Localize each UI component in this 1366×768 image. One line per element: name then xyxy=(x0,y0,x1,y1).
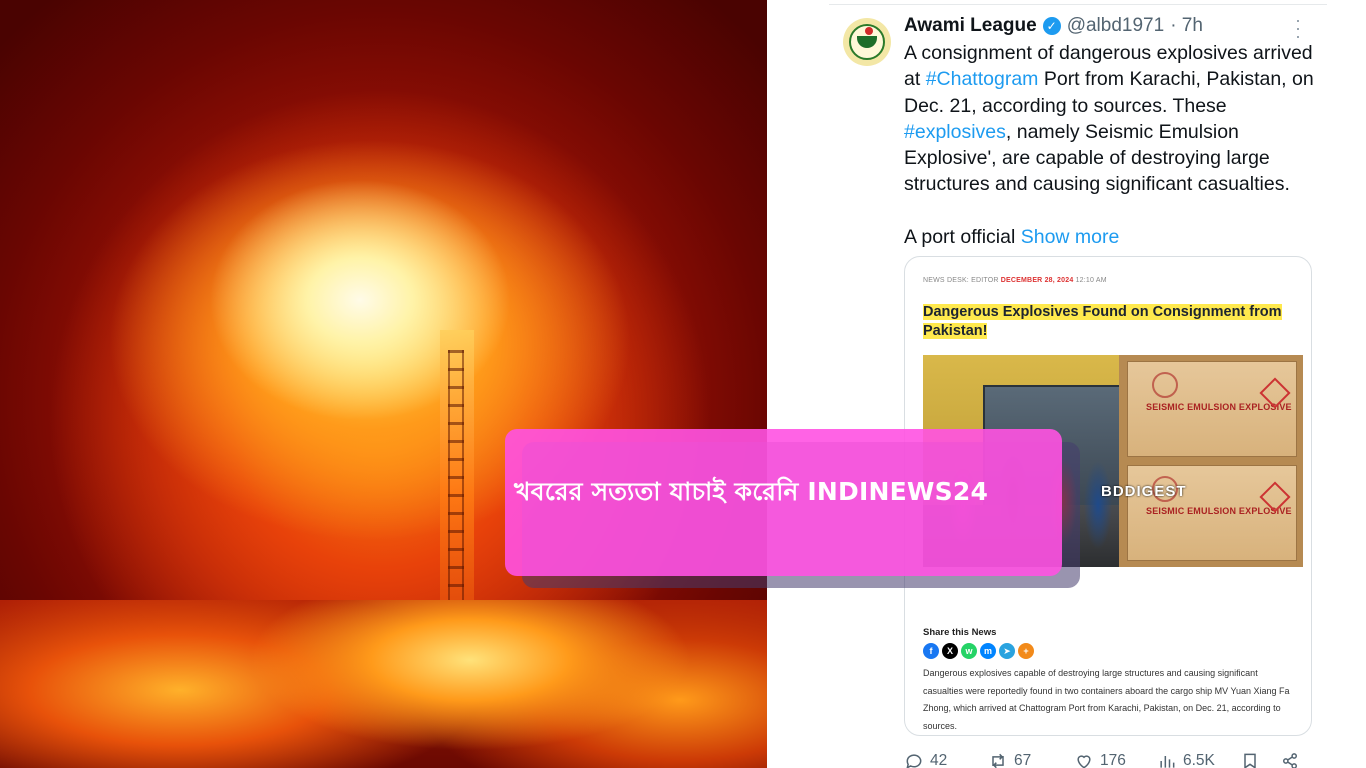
headline-text: Dangerous Explosives Found on Consignmen… xyxy=(923,304,1282,339)
telegram-icon[interactable]: ➤ xyxy=(999,643,1015,659)
like-count: 176 xyxy=(1100,752,1126,768)
repost-icon xyxy=(992,753,1004,768)
tweet-text-part: A port official xyxy=(904,226,1021,249)
photo-watermark: BDDIGEST xyxy=(1101,483,1187,500)
whatsapp-icon[interactable]: w xyxy=(961,643,977,659)
banner-text: খবরের সত্যতা যাচাই করেনি INDINEWS24 xyxy=(514,477,989,506)
x-icon[interactable]: X xyxy=(942,643,958,659)
repost-count: 67 xyxy=(1014,752,1032,768)
reply-button[interactable]: 42 xyxy=(904,751,947,768)
reply-icon xyxy=(906,754,922,768)
news-meta: NEWS DESK: EDITOR DECEMBER 28, 2024 12:1… xyxy=(923,277,1107,284)
tweet-header: Awami League ✓ @albd1971 · 7h xyxy=(904,12,1203,40)
share-icons: f X w m ➤ + xyxy=(923,643,1034,659)
explosive-boxes: SEISMIC EMULSION EXPLOSIVE SEISMIC EMULS… xyxy=(1119,355,1303,567)
ground-fire xyxy=(0,600,767,768)
bookmark-button[interactable] xyxy=(1240,751,1260,768)
verified-badge-icon: ✓ xyxy=(1042,17,1061,35)
bookmark-icon xyxy=(1244,753,1256,768)
like-button[interactable]: 176 xyxy=(1074,751,1126,768)
show-more-link[interactable]: Show more xyxy=(1021,226,1120,248)
reply-count: 42 xyxy=(930,752,948,768)
share-button[interactable] xyxy=(1280,751,1300,768)
views-icon xyxy=(1160,756,1175,768)
news-body: Dangerous explosives capable of destroyi… xyxy=(923,668,1290,731)
meta-date: DECEMBER 28, 2024 xyxy=(1000,277,1074,284)
hashtag-explosives[interactable]: #explosives xyxy=(904,121,1006,143)
party-logo-icon xyxy=(849,24,885,60)
hashtag-chattogram[interactable]: #Chattogram xyxy=(926,68,1039,90)
share-icon xyxy=(1283,753,1297,768)
messenger-icon[interactable]: m xyxy=(980,643,996,659)
tweet-text: A consignment of dangerous explosives ar… xyxy=(904,40,1324,250)
explosion-photo xyxy=(0,0,767,768)
author-handle[interactable]: @albd1971 xyxy=(1067,15,1164,37)
facebook-icon[interactable]: f xyxy=(923,643,939,659)
divider xyxy=(829,4,1327,5)
share-label: Share this News xyxy=(923,627,997,638)
more-options-icon[interactable]: · · · xyxy=(1295,11,1301,45)
tweet-panel: Awami League ✓ @albd1971 · 7h · · · A cons… xyxy=(767,0,1366,768)
meta-time: 12:10 AM xyxy=(1075,277,1107,284)
plus-icon[interactable]: + xyxy=(1018,643,1034,659)
view-count: 6.5K xyxy=(1183,752,1215,768)
avatar[interactable] xyxy=(843,18,891,66)
tweet-actions: 42 67 176 6.5K xyxy=(904,748,1316,768)
repost-button[interactable]: 67 xyxy=(988,751,1031,768)
meta-desk: NEWS DESK: EDITOR xyxy=(923,277,999,284)
tweet-time[interactable]: · 7h xyxy=(1170,15,1203,37)
heart-icon xyxy=(1077,755,1091,768)
news-headline: Dangerous Explosives Found on Consignmen… xyxy=(923,303,1303,341)
author-name[interactable]: Awami League xyxy=(904,15,1037,37)
views-button[interactable]: 6.5K xyxy=(1157,751,1215,768)
